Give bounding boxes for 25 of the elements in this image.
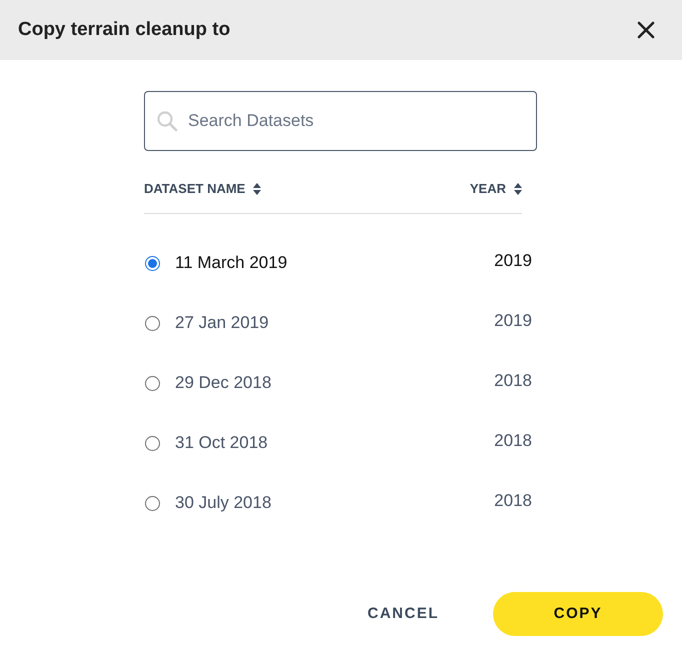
search-icon [156,110,178,132]
radio-button[interactable] [145,316,160,330]
cancel-button[interactable]: CANCEL [358,592,449,636]
dialog-title: Copy terrain cleanup to [18,18,230,42]
sort-icon [514,183,522,195]
dataset-name: 11 March 2019 [175,252,288,274]
close-icon [637,21,655,39]
radio-button[interactable] [145,496,160,510]
dataset-name: 30 July 2018 [175,492,272,514]
search-field[interactable]: Search Datasets [144,91,537,151]
dataset-name: 27 Jan 2019 [175,312,269,334]
dataset-year: 2018 [494,370,532,392]
dataset-year: 2019 [494,250,532,272]
dataset-year: 2018 [494,430,532,452]
column-header: YEAR [470,180,506,198]
copy-button[interactable]: COPY [493,592,663,636]
dataset-name: 31 Oct 2018 [175,432,268,454]
dataset-name: 29 Dec 2018 [175,372,272,394]
dataset-year: 2019 [494,310,532,332]
column-header: DATASET NAME [144,180,246,198]
radio-button[interactable] [145,436,160,450]
radio-button[interactable] [145,376,160,390]
sort-icon [253,183,262,195]
radio-button[interactable] [145,256,160,270]
dataset-year: 2018 [494,490,532,512]
